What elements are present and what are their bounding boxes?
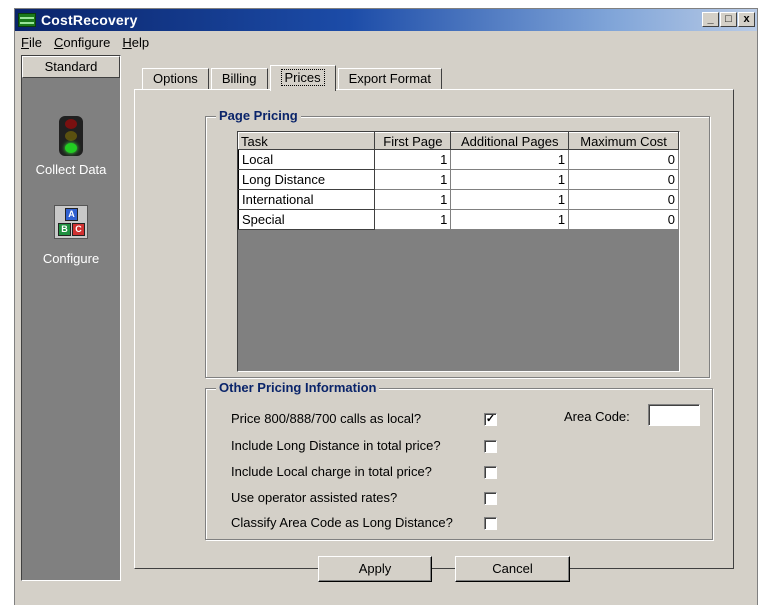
maximize-button[interactable]: □	[720, 12, 737, 27]
table-row: International 1 1 0	[237, 189, 679, 210]
page-pricing-grid[interactable]: Task First Page Additional Pages Maximum…	[237, 131, 680, 372]
column-header-additional-pages[interactable]: Additional Pages	[450, 132, 570, 150]
traffic-light-icon	[53, 116, 89, 156]
column-header-maximum-cost[interactable]: Maximum Cost	[568, 132, 679, 150]
table-row: Special 1 1 0	[237, 209, 679, 230]
first-page-cell[interactable]: 1	[374, 149, 452, 170]
table-row: Long Distance 1 1 0	[237, 169, 679, 190]
option-label-operator-assisted: Use operator assisted rates?	[231, 490, 398, 505]
close-button[interactable]: x	[738, 12, 755, 27]
checkbox-price-800-local[interactable]: ✓	[484, 413, 497, 426]
maximum-cost-cell[interactable]: 0	[568, 149, 679, 170]
option-label-include-local-charge: Include Local charge in total price?	[231, 464, 432, 479]
maximum-cost-cell[interactable]: 0	[568, 189, 679, 210]
app-icon	[18, 13, 36, 27]
checkbox-operator-assisted[interactable]	[484, 492, 497, 505]
additional-pages-cell[interactable]: 1	[450, 169, 570, 190]
tab-strip: Options Billing Prices Export Format	[142, 64, 444, 91]
checkbox-include-long-distance[interactable]	[484, 440, 497, 453]
menu-help[interactable]: Help	[122, 35, 149, 50]
additional-pages-cell[interactable]: 1	[450, 149, 570, 170]
option-label-include-long-distance: Include Long Distance in total price?	[231, 438, 441, 453]
area-code-input[interactable]	[648, 404, 700, 426]
sidebar-item-collect-data[interactable]: Collect Data	[22, 116, 120, 177]
option-label-classify-area-code: Classify Area Code as Long Distance?	[231, 515, 453, 530]
task-cell[interactable]: International	[237, 189, 376, 210]
table-row: Local 1 1 0	[237, 149, 679, 170]
option-label-price-800-local: Price 800/888/700 calls as local?	[231, 411, 422, 426]
menu-bar: File Configure Help	[15, 32, 149, 52]
checkbox-include-local-charge[interactable]	[484, 466, 497, 479]
tab-prices[interactable]: Prices	[269, 65, 336, 91]
other-pricing-title: Other Pricing Information	[216, 380, 380, 395]
task-cell[interactable]: Special	[237, 209, 376, 230]
cancel-button[interactable]: Cancel	[455, 556, 570, 582]
area-code-label: Area Code:	[564, 409, 630, 424]
additional-pages-cell[interactable]: 1	[450, 189, 570, 210]
column-header-task[interactable]: Task	[237, 132, 376, 150]
sidebar-header-standard[interactable]: Standard	[22, 56, 120, 78]
additional-pages-cell[interactable]: 1	[450, 209, 570, 230]
sidebar-item-label: Configure	[42, 251, 100, 266]
maximum-cost-cell[interactable]: 0	[568, 209, 679, 230]
task-cell[interactable]: Local	[237, 149, 376, 170]
column-header-first-page[interactable]: First Page	[374, 132, 452, 150]
apply-button[interactable]: Apply	[318, 556, 432, 582]
tab-billing[interactable]: Billing	[210, 68, 268, 90]
title-bar[interactable]: CostRecovery _ □ x	[15, 9, 757, 31]
first-page-cell[interactable]: 1	[374, 169, 452, 190]
first-page-cell[interactable]: 1	[374, 209, 452, 230]
maximum-cost-cell[interactable]: 0	[568, 169, 679, 190]
abc-blocks-icon: ABC	[53, 205, 89, 245]
first-page-cell[interactable]: 1	[374, 189, 452, 210]
sidebar-item-configure[interactable]: ABC Configure	[22, 202, 120, 266]
sidebar-item-label: Collect Data	[35, 162, 107, 177]
checkbox-classify-area-code[interactable]	[484, 517, 497, 530]
menu-configure[interactable]: Configure	[54, 35, 110, 50]
menu-file[interactable]: File	[21, 35, 42, 50]
sidebar: Standard Collect Data ABC Configure	[21, 55, 121, 581]
tab-options[interactable]: Options	[142, 68, 209, 90]
minimize-button[interactable]: _	[702, 12, 719, 27]
task-cell[interactable]: Long Distance	[237, 169, 376, 190]
page-pricing-title: Page Pricing	[216, 108, 301, 123]
tab-export-format[interactable]: Export Format	[337, 68, 442, 90]
window-title: CostRecovery	[41, 12, 138, 28]
